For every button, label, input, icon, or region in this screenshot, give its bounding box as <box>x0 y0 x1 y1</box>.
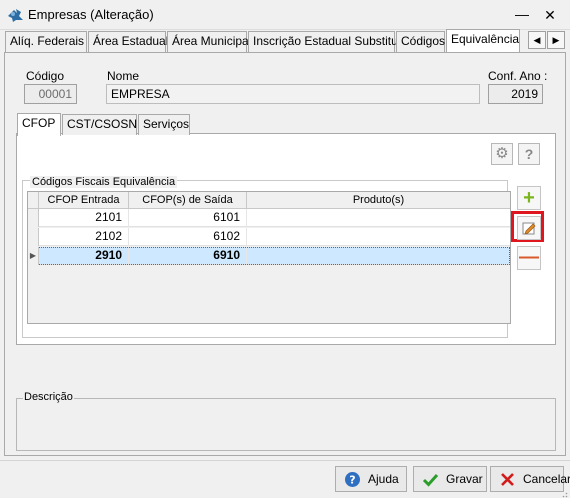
help-bottom-button[interactable]: ? Ajuda <box>335 466 407 492</box>
cell-produtos[interactable] <box>247 209 510 227</box>
group-title: Códigos Fiscais Equivalência <box>30 176 178 188</box>
add-button[interactable]: + <box>517 186 541 210</box>
svg-text:?: ? <box>349 474 355 487</box>
tab-area-municipal[interactable]: Área Municipal <box>167 31 251 52</box>
tab-scroll-right-button[interactable]: ▶ <box>547 31 565 49</box>
cell-cfop-saida[interactable]: 6101 <box>129 209 247 227</box>
cell-cfop-entrada[interactable]: 2910 <box>39 247 129 265</box>
row-indicator <box>28 228 39 246</box>
column-header-produtos[interactable]: Produto(s) <box>247 192 510 209</box>
grid-corner <box>28 192 39 209</box>
tab-codigos[interactable]: Códigos <box>396 31 445 52</box>
help-button[interactable]: ? <box>518 143 540 165</box>
close-button[interactable]: ✕ <box>540 5 560 25</box>
table-row[interactable]: 2102 6102 <box>28 228 510 246</box>
table-row-selected[interactable]: ▶ 2910 6910 <box>28 247 510 265</box>
cell-cfop-entrada[interactable]: 2101 <box>39 209 129 227</box>
column-header-cfop-entrada[interactable]: CFOP Entrada <box>39 192 129 209</box>
tab-aliq-federais[interactable]: Alíq. Federais <box>5 31 87 52</box>
tab-inscricao-estadual-substituto[interactable]: Inscrição Estadual Substituto <box>248 31 408 52</box>
nome-label: Nome <box>107 69 140 83</box>
codigo-label: Código <box>26 69 65 83</box>
table-row[interactable]: 2101 6101 <box>28 209 510 227</box>
save-button[interactable]: Gravar <box>413 466 487 492</box>
cancel-label: Cancelar <box>523 472 570 486</box>
resize-grip-icon[interactable] <box>560 490 568 498</box>
settings-button[interactable]: ⚙ <box>491 143 513 165</box>
gear-icon: ⚙ <box>495 145 509 162</box>
column-header-cfop-saida[interactable]: CFOP(s) de Saída <box>129 192 247 209</box>
minus-icon: — <box>519 246 539 268</box>
help-circle-icon: ? <box>345 472 360 487</box>
edit-button[interactable] <box>517 216 541 240</box>
edit-icon <box>522 222 536 235</box>
help-icon: ? <box>524 146 534 162</box>
tab-cfop[interactable]: CFOP <box>17 113 61 136</box>
cell-produtos[interactable] <box>247 228 510 246</box>
plus-icon: + <box>523 187 535 209</box>
remove-button[interactable]: — <box>517 246 541 270</box>
codigo-field: 00001 <box>24 84 77 104</box>
tab-area-estadual[interactable]: Área Estadual <box>88 31 168 52</box>
tab-scroll-left-button[interactable]: ◀ <box>528 31 546 49</box>
tab-cst-csosn[interactable]: CST/CSOSN <box>62 114 137 135</box>
equivalencia-grid[interactable]: CFOP Entrada CFOP(s) de Saída Produto(s)… <box>27 191 511 324</box>
current-row-indicator: ▶ <box>28 247 39 265</box>
descricao-label: Descrição <box>23 391 74 403</box>
tab-servicos[interactable]: Serviços <box>138 114 190 135</box>
cell-cfop-saida[interactable]: 6102 <box>129 228 247 246</box>
descricao-group[interactable] <box>16 398 556 451</box>
x-icon <box>501 473 514 486</box>
window-title: Empresas (Alteração) <box>28 7 154 22</box>
conf-ano-field: 2019 <box>488 84 543 104</box>
nome-field: EMPRESA <box>106 84 480 104</box>
save-label: Gravar <box>446 472 483 486</box>
cell-cfop-saida[interactable]: 6910 <box>129 247 247 265</box>
app-icon <box>8 9 23 22</box>
minimize-button[interactable]: — <box>512 5 532 25</box>
footer-divider <box>0 460 570 461</box>
row-indicator <box>28 209 39 227</box>
cancel-button[interactable]: Cancelar <box>490 466 570 492</box>
conf-ano-label: Conf. Ano : <box>488 69 548 83</box>
tab-equivalencia[interactable]: Equivalência <box>446 29 520 52</box>
cell-cfop-entrada[interactable]: 2102 <box>39 228 129 246</box>
main-tab-strip: Alíq. Federais Área Estadual Área Munici… <box>4 29 524 52</box>
check-icon <box>422 473 439 487</box>
cell-produtos[interactable] <box>247 247 510 265</box>
help-label: Ajuda <box>368 472 399 486</box>
